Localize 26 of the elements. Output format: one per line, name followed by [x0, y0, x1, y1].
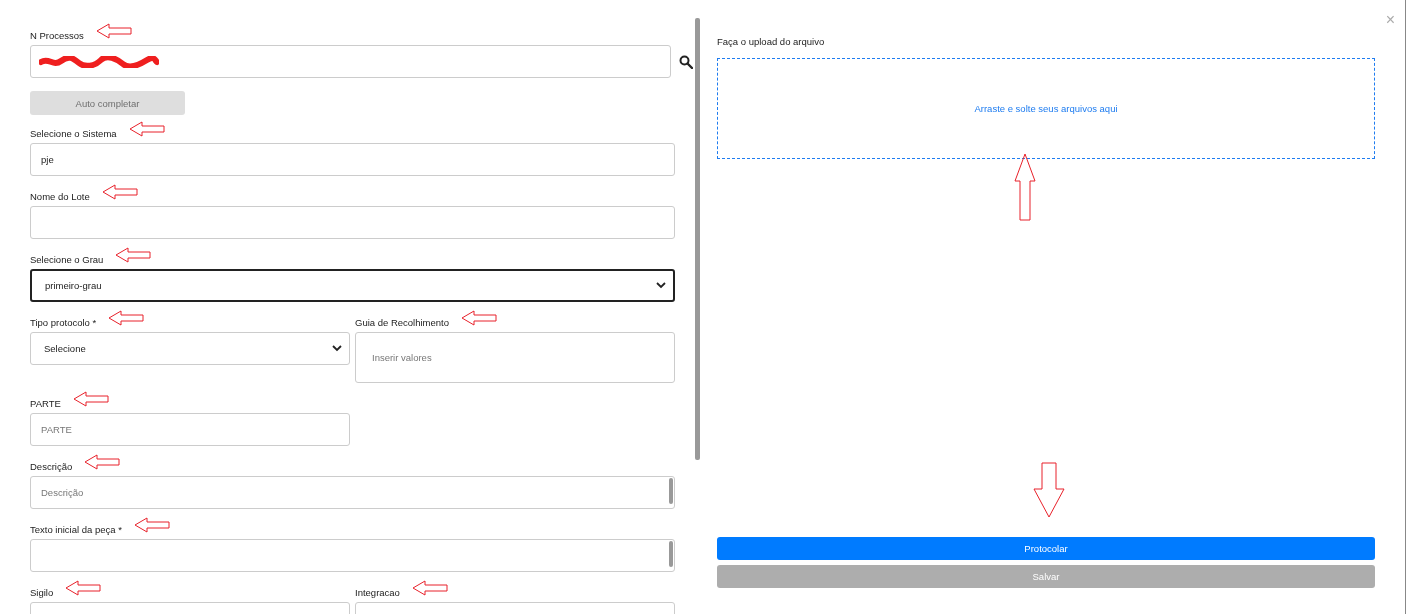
text-field[interactable] [30, 206, 675, 239]
field-label: Texto inicial da peça * [30, 524, 122, 535]
dropdown-field[interactable]: primeiro-grau [30, 269, 675, 302]
text-area[interactable] [30, 539, 675, 572]
action-button[interactable]: Protocolar [717, 537, 1375, 560]
upload-title: Faça o upload do arquivo [717, 36, 826, 47]
field-label: PARTE [30, 398, 61, 409]
field-label: Sigilo [30, 587, 54, 598]
process-number-field[interactable] [30, 45, 671, 78]
dropdown-field[interactable]: Selecione [30, 332, 350, 365]
field-label: Integracao [355, 587, 400, 598]
field-label: Selecione o Sistema [30, 128, 117, 139]
field-label: N Processos [30, 30, 84, 41]
field-label: Tipo protocolo * [30, 317, 97, 328]
tags-field[interactable]: Inserir valores [355, 332, 675, 383]
field-label: Guia de Recolhimento [355, 317, 449, 328]
text-field[interactable]: pje [30, 143, 675, 176]
field-label: Selecione o Grau [30, 254, 104, 265]
text-field[interactable]: PARTE [30, 413, 350, 446]
file-dropzone[interactable]: Arraste e solte seus arquivos aqui [717, 58, 1375, 159]
field-label: Nome do Lote [30, 191, 90, 202]
text-area[interactable]: Descrição [30, 476, 675, 509]
search-icon[interactable] [679, 54, 693, 69]
chevron-down-icon[interactable] [332, 345, 342, 352]
field-label: Descrição [30, 461, 73, 472]
chevron-down-icon[interactable] [656, 282, 666, 289]
